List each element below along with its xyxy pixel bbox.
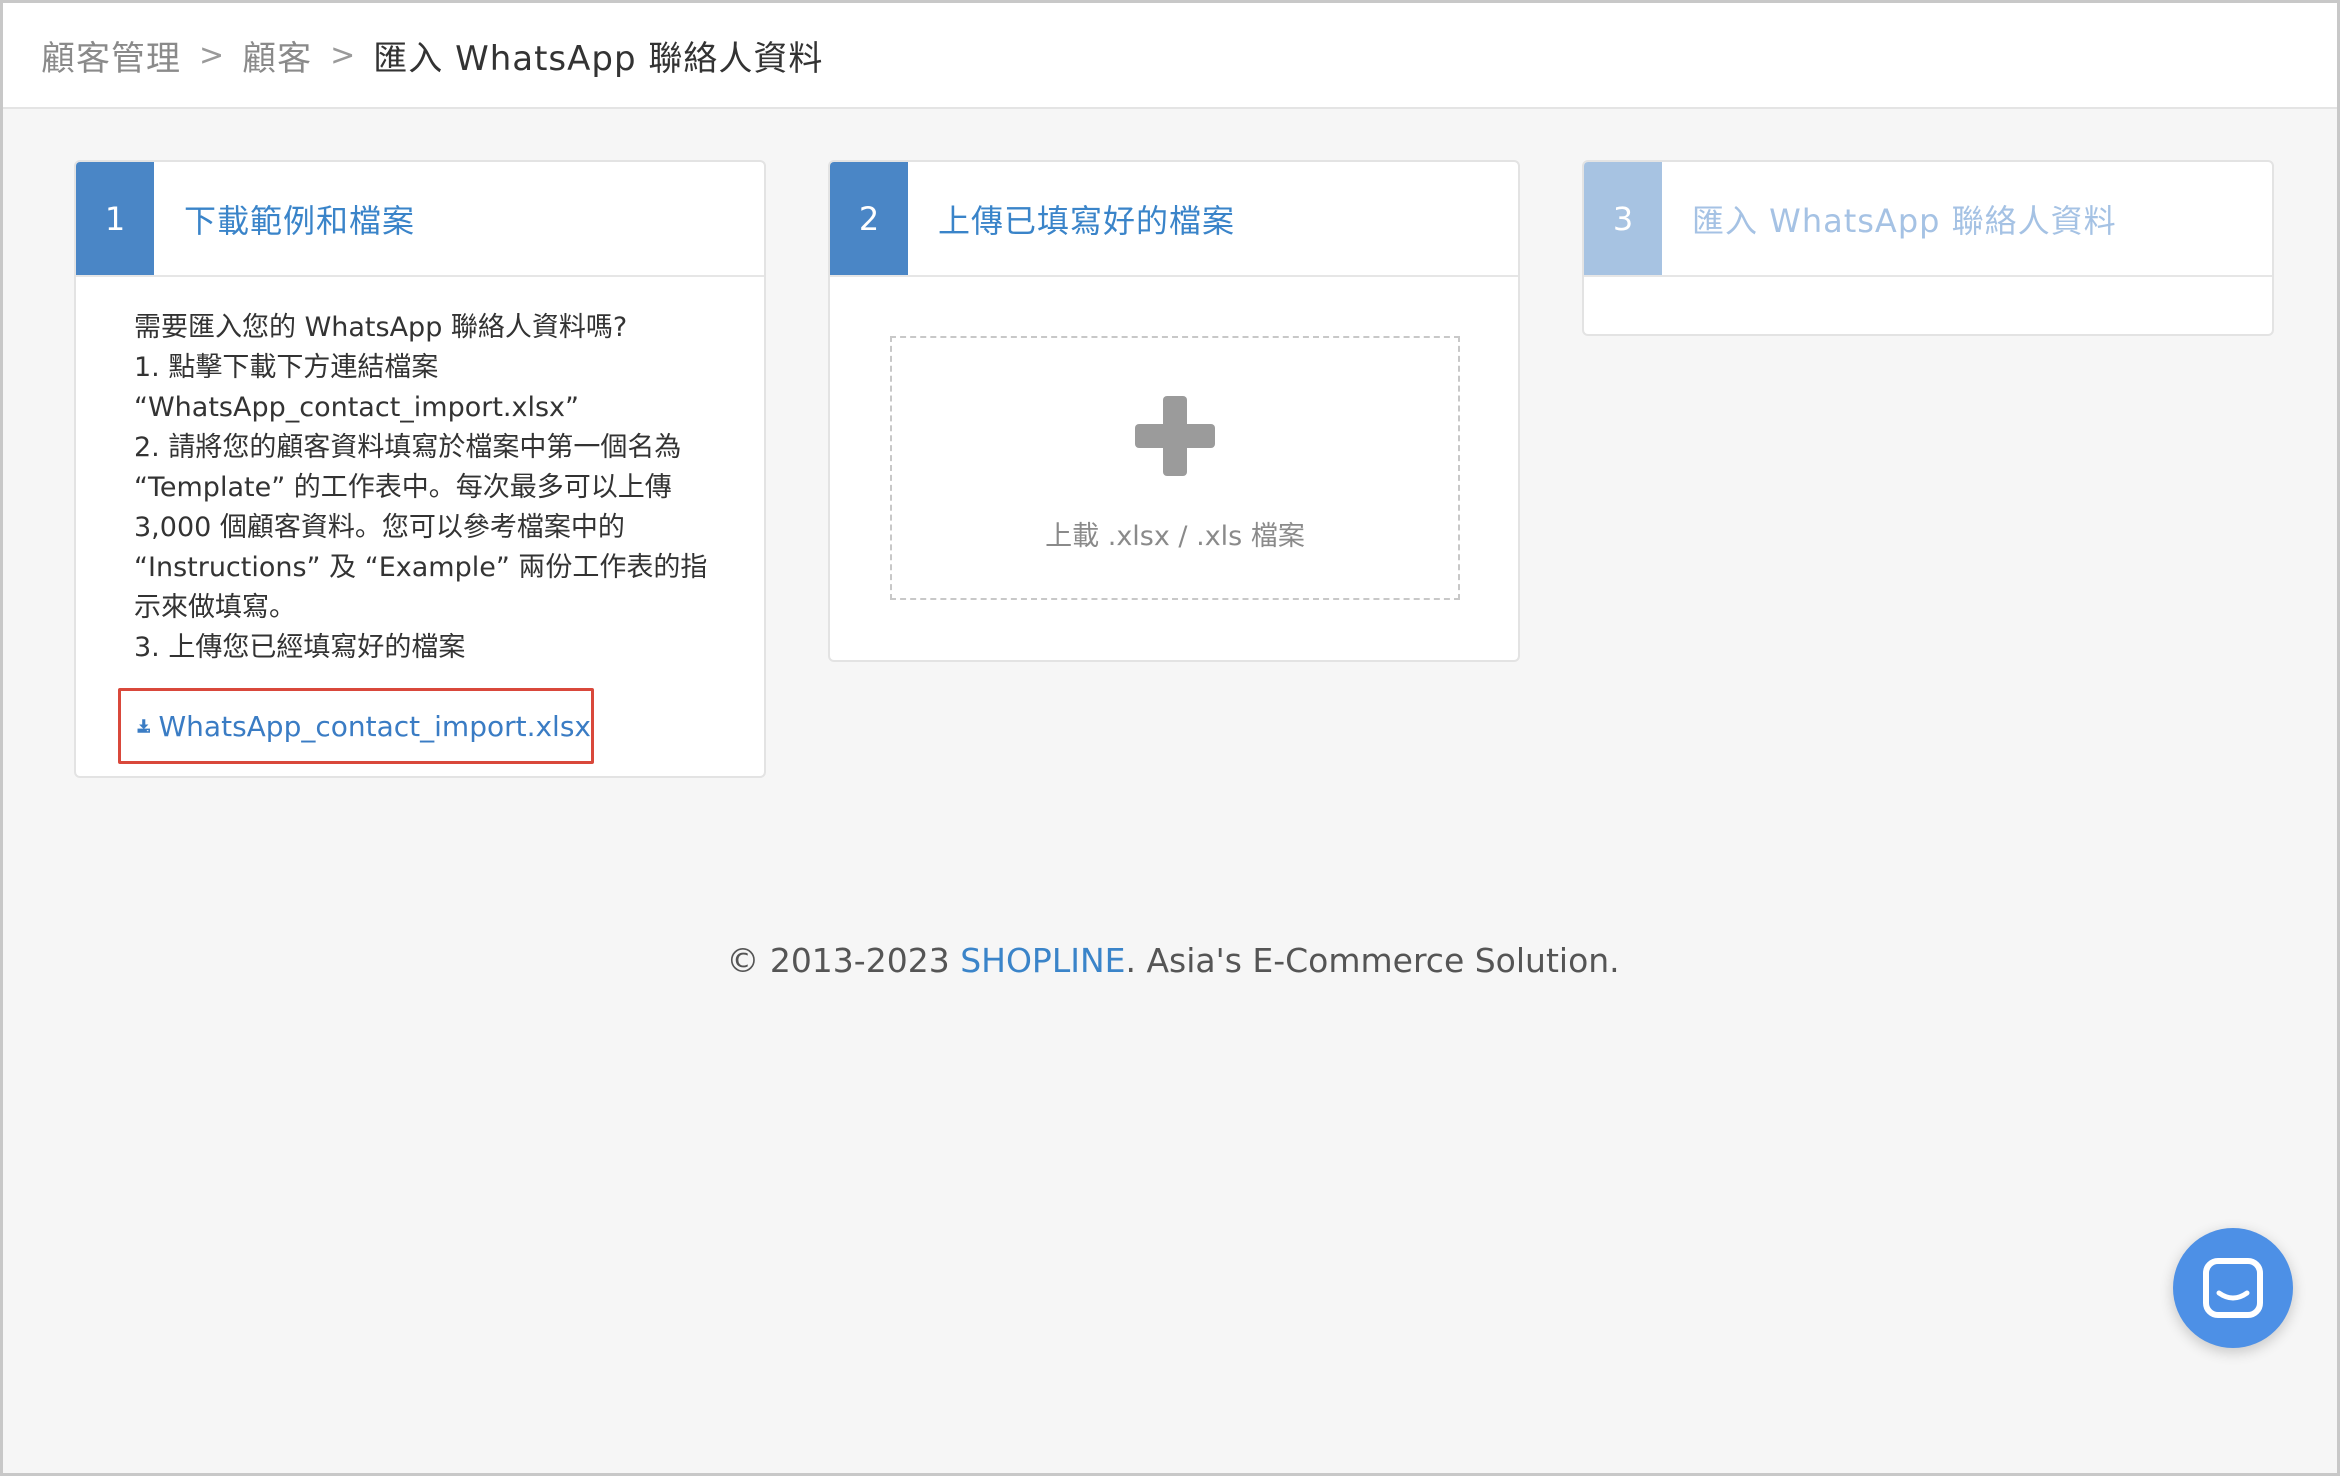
instruction-line: 1. 點擊下載下方連結檔案 [134, 352, 439, 383]
download-filename[interactable]: WhatsApp_contact_import.xlsx [159, 710, 592, 743]
step-header: 2 上傳已填寫好的檔案 [830, 162, 1518, 277]
instruction-line: “Template” 的工作表中。每次最多可以上傳 [134, 472, 672, 503]
step-card-download: 1 下載範例和檔案 需要匯入您的 WhatsApp 聯絡人資料嗎? 1. 點擊下… [74, 160, 766, 778]
step-card-upload: 2 上傳已填寫好的檔案 上載 .xlsx / .xls 檔案 [828, 160, 1520, 662]
download-link[interactable]: WhatsApp_contact_import.xlsx [118, 688, 594, 764]
step-title: 匯入 WhatsApp 聯絡人資料 [1692, 201, 2117, 240]
step-card-import: 3 匯入 WhatsApp 聯絡人資料 [1582, 160, 2274, 336]
breadcrumb-item-customers[interactable]: 顧客 [242, 31, 312, 80]
instruction-line: 3,000 個顧客資料。您可以參考檔案中的 [134, 512, 625, 543]
download-icon [137, 719, 150, 733]
instruction-line: 2. 請將您的顧客資料填寫於檔案中第一個名為 [134, 432, 682, 463]
instruction-line: 3. 上傳您已經填寫好的檔案 [134, 632, 466, 663]
instruction-line: “Instructions” 及 “Example” 兩份工作表的指 [134, 552, 708, 583]
step-title: 下載範例和檔案 [184, 201, 416, 240]
chat-launcher-button[interactable] [2173, 1228, 2293, 1348]
breadcrumb-separator: > [330, 37, 356, 73]
instructions-text: 需要匯入您的 WhatsApp 聯絡人資料嗎? 1. 點擊下載下方連結檔案 “W… [134, 308, 724, 668]
step-title: 上傳已填寫好的檔案 [938, 201, 1236, 240]
footer-brand-link[interactable]: SHOPLINE [960, 941, 1125, 980]
step-number: 1 [76, 162, 154, 275]
step-header: 1 下載範例和檔案 [76, 162, 764, 277]
instruction-line: 示來做填寫。 [134, 592, 296, 623]
step-header: 3 匯入 WhatsApp 聯絡人資料 [1584, 162, 2272, 277]
breadcrumb: 顧客管理 > 顧客 > 匯入 WhatsApp 聯絡人資料 [3, 3, 2337, 109]
step-number: 2 [830, 162, 908, 275]
instruction-line: “WhatsApp_contact_import.xlsx” [134, 392, 580, 423]
plus-icon [1135, 396, 1215, 476]
breadcrumb-item-customer-management[interactable]: 顧客管理 [41, 31, 181, 80]
footer-tagline: . Asia's E-Commerce Solution. [1125, 941, 1620, 980]
step-number: 3 [1584, 162, 1662, 275]
upload-dropzone[interactable]: 上載 .xlsx / .xls 檔案 [890, 336, 1460, 600]
breadcrumb-separator: > [199, 37, 225, 73]
instruction-line: 需要匯入您的 WhatsApp 聯絡人資料嗎? [134, 312, 628, 343]
footer: © 2013-2023 SHOPLINE. Asia's E-Commerce … [3, 941, 2340, 980]
page-title: 匯入 WhatsApp 聯絡人資料 [373, 38, 824, 79]
upload-label: 上載 .xlsx / .xls 檔案 [1045, 521, 1305, 552]
page-frame: 顧客管理 > 顧客 > 匯入 WhatsApp 聯絡人資料 1 下載範例和檔案 … [0, 0, 2340, 1476]
chat-icon [2203, 1258, 2263, 1318]
footer-copyright: © 2013-2023 [726, 941, 961, 980]
